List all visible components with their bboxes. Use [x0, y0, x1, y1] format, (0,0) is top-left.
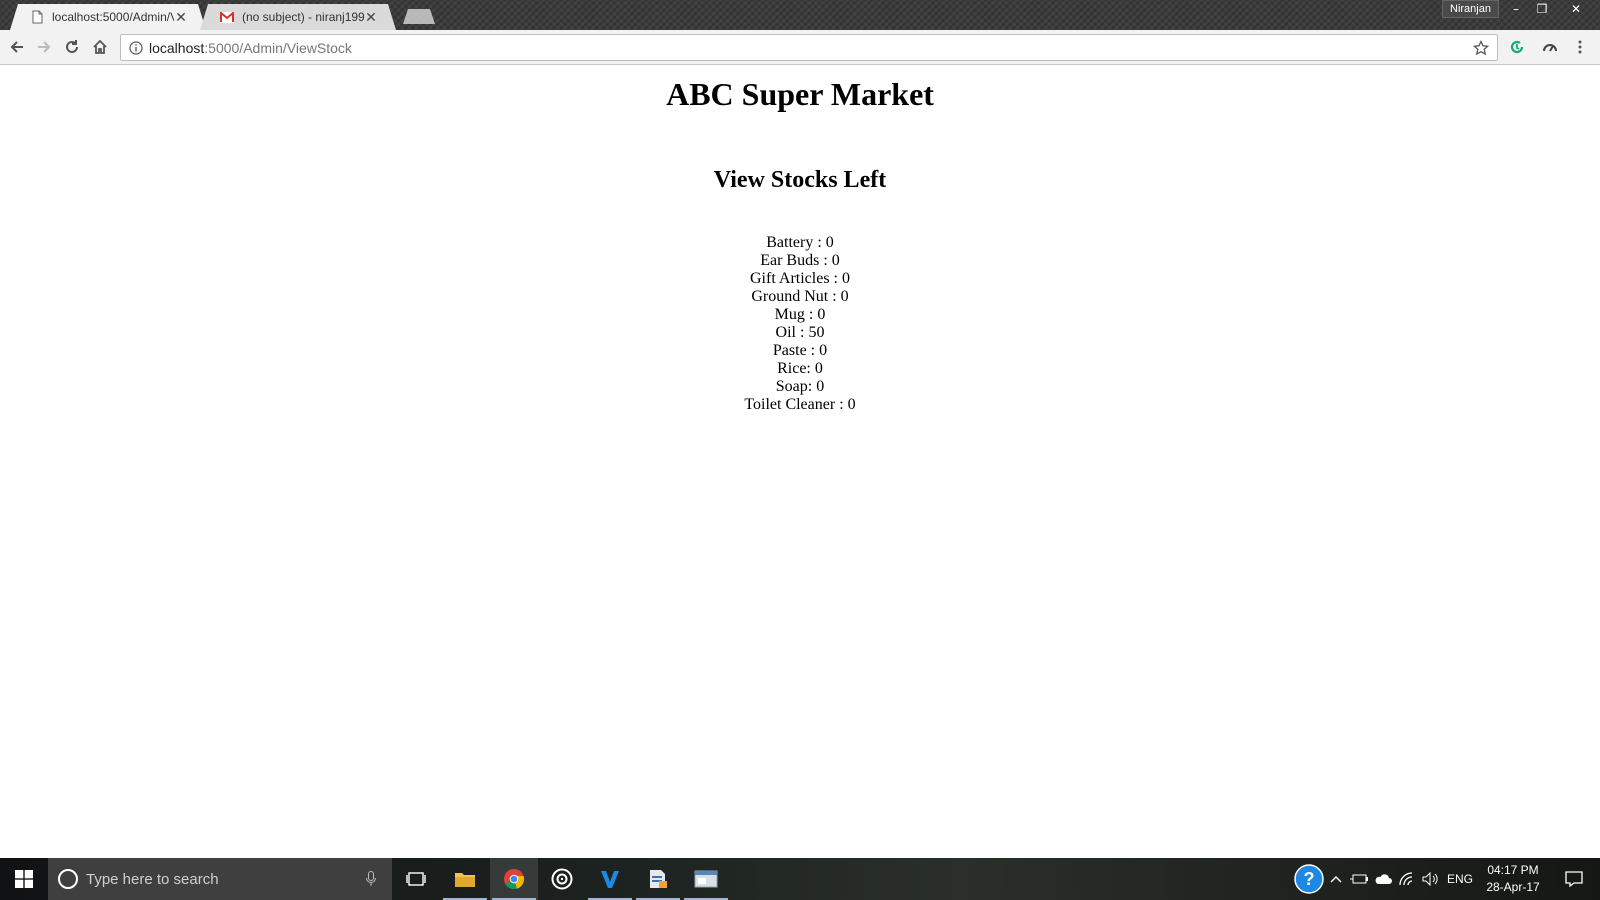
document-tool-icon[interactable]: [634, 858, 682, 900]
windows-taskbar: Type here to search ? ENG 04:17 PM 28-Ap…: [0, 858, 1600, 900]
url-path: :5000/Admin/ViewStock: [204, 39, 352, 56]
forward-icon[interactable]: [33, 36, 55, 58]
url-text[interactable]: localhost:5000/Admin/ViewStock: [149, 40, 1471, 56]
minimize-icon[interactable]: –: [1504, 0, 1528, 18]
info-icon[interactable]: [129, 40, 143, 55]
gmail-icon: [220, 10, 234, 24]
notifications-icon[interactable]: [1556, 858, 1592, 900]
visual-studio-code-icon[interactable]: [586, 858, 634, 900]
page-icon: [30, 10, 44, 24]
bookmark-star-icon[interactable]: [1471, 38, 1491, 58]
chrome-icon[interactable]: [490, 858, 538, 900]
stock-item: Soap: 0: [775, 378, 825, 395]
stock-item: Ground Nut : 0: [751, 288, 849, 305]
clock-time: 04:17 PM: [1487, 863, 1539, 877]
help-icon[interactable]: ?: [1292, 858, 1326, 900]
wifi-icon[interactable]: [1396, 858, 1418, 900]
file-explorer-icon[interactable]: [441, 858, 489, 900]
menu-dots-icon[interactable]: [1570, 37, 1590, 57]
stock-item: Oil : 50: [775, 324, 825, 341]
chevron-up-icon[interactable]: [1326, 858, 1346, 900]
tab-title: localhost:5000/Admin/Vi: [52, 10, 174, 24]
close-icon[interactable]: ✕: [364, 9, 378, 26]
stock-item: Paste : 0: [772, 342, 828, 359]
browser-toolbar: localhost:5000/Admin/ViewStock: [0, 30, 1600, 65]
cortana-icon: [58, 869, 78, 889]
extension-sync-icon[interactable]: [1507, 37, 1527, 57]
tab-localhost-admin[interactable]: localhost:5000/Admin/Vi ✕: [10, 4, 206, 30]
restore-icon[interactable]: ❐: [1530, 0, 1554, 18]
page-subtitle: View Stocks Left: [713, 167, 887, 193]
taskbar-search[interactable]: Type here to search: [48, 858, 392, 900]
back-icon[interactable]: [6, 36, 28, 58]
page-content: ABC Super Market View Stocks Left Batter…: [0, 66, 1600, 858]
url-host: localhost: [149, 39, 205, 56]
volume-icon[interactable]: [1420, 858, 1442, 900]
profile-button[interactable]: Niranjan: [1442, 0, 1499, 18]
stock-list: Battery : 0 Ear Buds : 0 Gift Articles :…: [0, 234, 1600, 414]
battery-plug-icon[interactable]: [1348, 858, 1370, 900]
tab-gmail[interactable]: (no subject) - niranj1997 ✕: [200, 4, 396, 30]
app-window-icon[interactable]: [682, 858, 730, 900]
page-title: ABC Super Market: [666, 76, 934, 112]
language-indicator[interactable]: ENG: [1444, 858, 1476, 900]
groove-music-icon[interactable]: [538, 858, 586, 900]
browser-tab-strip: localhost:5000/Admin/Vi ✕ (no subject) -…: [0, 0, 1600, 30]
task-view-icon[interactable]: [392, 858, 440, 900]
clock-date: 28-Apr-17: [1486, 880, 1540, 894]
tab-title: (no subject) - niranj1997: [242, 10, 364, 24]
taskbar-search-placeholder: Type here to search: [86, 870, 219, 888]
close-icon[interactable]: ✕: [174, 9, 188, 26]
window-close-icon[interactable]: ✕: [1564, 0, 1588, 18]
address-bar[interactable]: localhost:5000/Admin/ViewStock: [120, 34, 1498, 61]
microphone-icon[interactable]: [364, 869, 378, 889]
new-tab-button[interactable]: [403, 9, 435, 24]
stock-item: Gift Articles : 0: [750, 270, 850, 287]
stock-item: Battery : 0: [766, 234, 834, 251]
stock-item: Ear Buds : 0: [760, 252, 840, 269]
stock-item: Rice: 0: [777, 360, 823, 377]
reload-icon[interactable]: [61, 36, 83, 58]
stock-item: Toilet Cleaner : 0: [744, 396, 856, 413]
onedrive-cloud-icon[interactable]: [1372, 858, 1394, 900]
speed-gauge-icon[interactable]: [1540, 37, 1560, 57]
stock-item: Mug : 0: [774, 306, 826, 323]
windows-start-icon[interactable]: [0, 858, 48, 900]
system-clock[interactable]: 04:17 PM 28-Apr-17: [1478, 862, 1548, 896]
svg-text:?: ?: [1304, 869, 1315, 889]
home-icon[interactable]: [89, 36, 111, 58]
